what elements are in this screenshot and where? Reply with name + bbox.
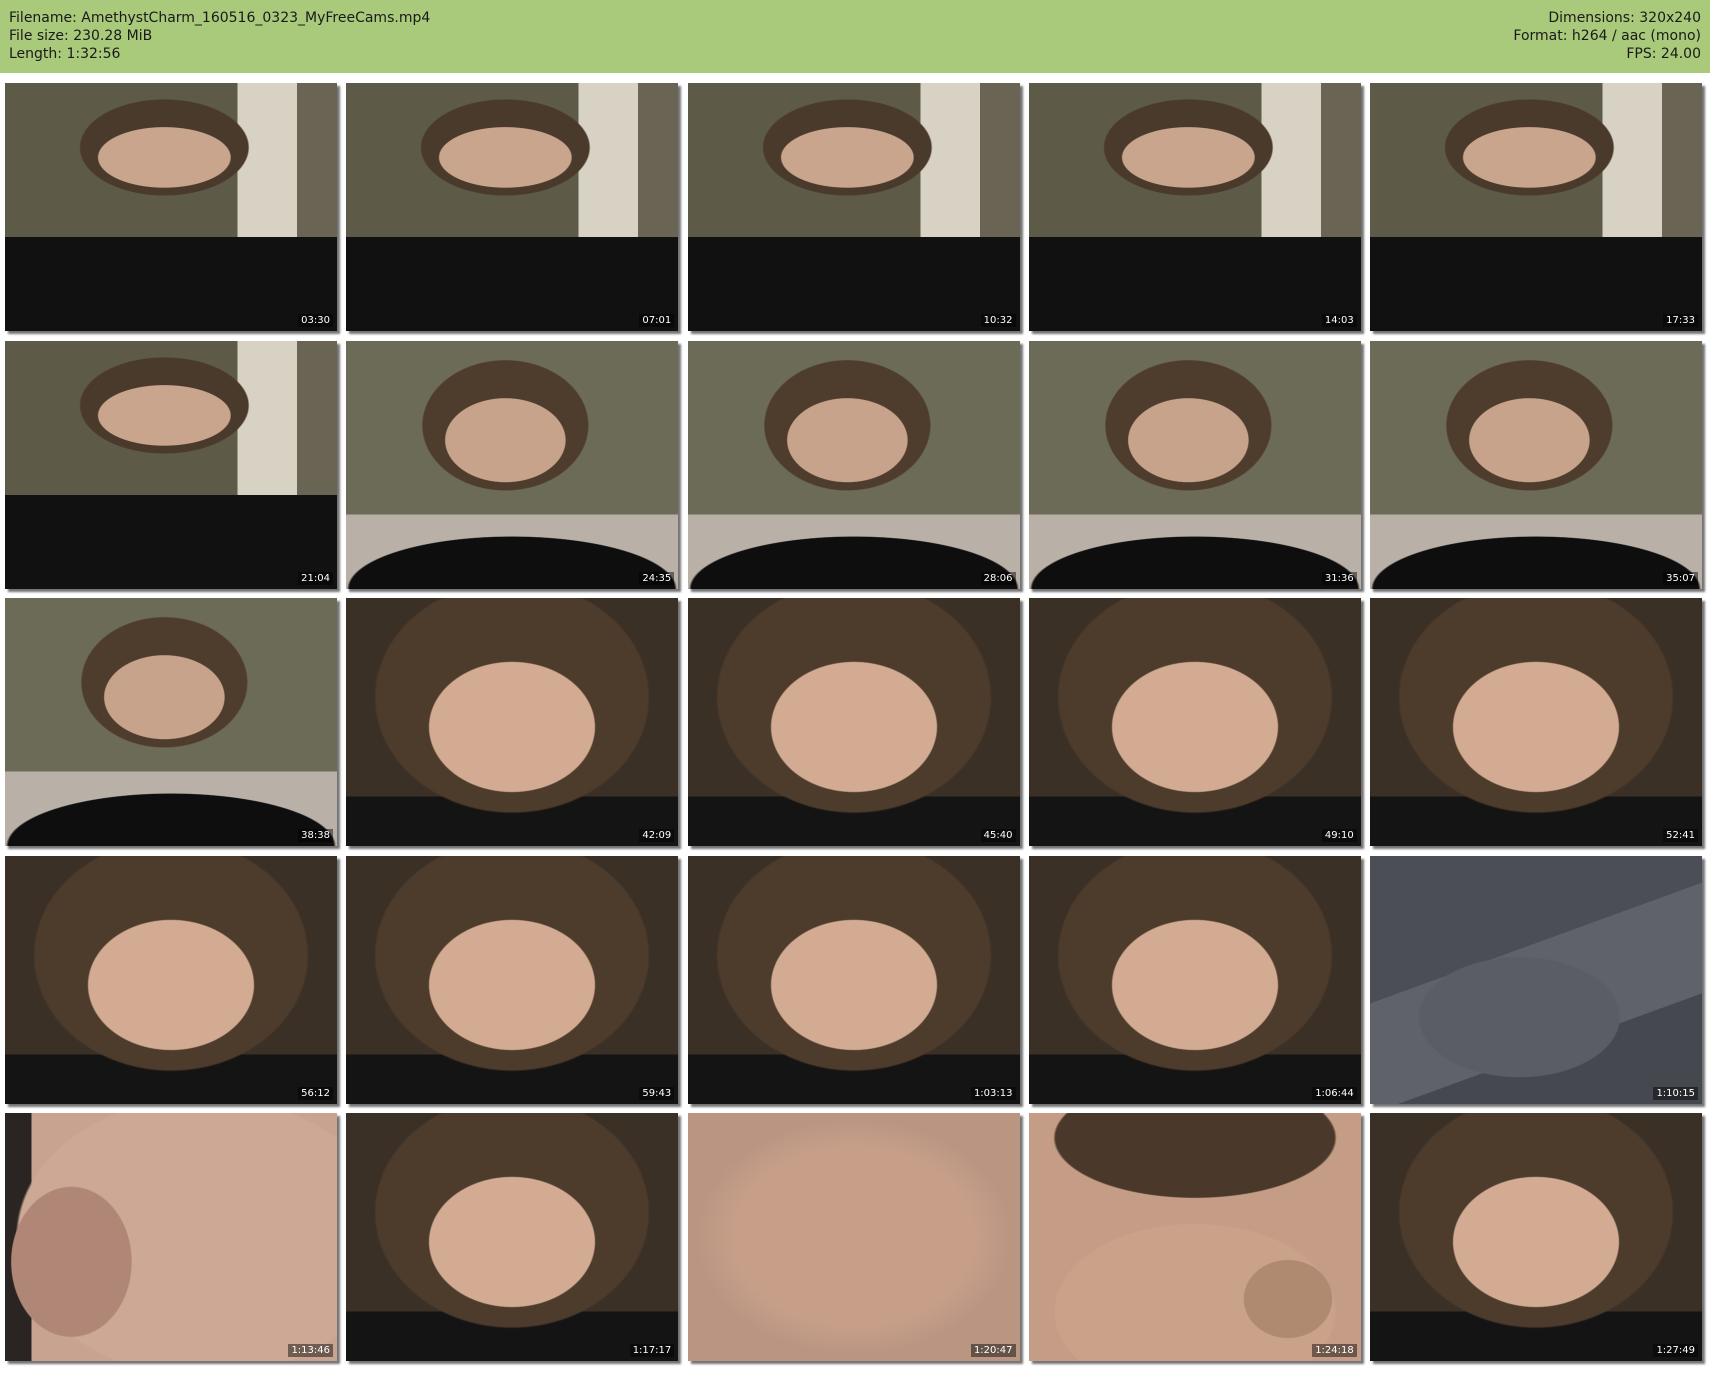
thumbnail-frame-image [1370,1113,1702,1361]
format-text: Format: h264 / aac (mono) [1513,28,1701,44]
thumbnail-frame-image [5,598,337,846]
file-info-right: Dimensions: 320x240 Format: h264 / aac (… [1513,9,1701,63]
thumbnail-frame-image [1370,598,1702,846]
thumbnail-frame-image [687,855,1020,1104]
thumbnail-frame-image [687,598,1020,846]
video-thumbnail[interactable]: 07:01 [346,83,679,331]
thumbnail-timestamp: 31:36 [1321,571,1357,585]
thumbnail-timestamp: 1:03:13 [970,1086,1016,1100]
thumbnail-frame-image [5,83,337,331]
thumbnail-frame-image [346,340,679,589]
video-thumbnail[interactable]: 28:06 [687,340,1020,589]
file-size-text: File size: 230.28 MiB [9,28,153,44]
video-thumbnail[interactable]: 1:10:15 [1370,855,1702,1104]
thumbnail-frame-image [5,855,337,1104]
thumbnail-timestamp: 21:04 [298,571,333,585]
thumbnail-grid: 03:30 07:01 10:32 14:03 17:33 21:04 24:35 28:06… [5,83,1710,1373]
thumbnail-timestamp: 28:06 [980,571,1016,585]
thumbnail-frame-image [687,340,1020,589]
thumbnail-frame-image [1028,1113,1361,1361]
thumbnail-frame-image [1028,855,1361,1104]
filename-text: Filename: AmethystCharm_160516_0323_MyFr… [9,10,431,26]
thumbnail-timestamp: 1:27:49 [1653,1344,1698,1357]
video-thumbnail[interactable]: 1:20:47 [687,1113,1020,1361]
thumbnail-timestamp: 59:43 [639,1086,675,1100]
thumbnail-frame-image [1028,83,1361,331]
thumbnail-frame-image [1028,340,1361,589]
thumbnail-frame-image [5,340,337,589]
video-thumbnail[interactable]: 59:43 [346,855,679,1104]
thumbnail-timestamp: 1:17:17 [629,1344,675,1357]
thumbnail-frame-image [1028,598,1361,846]
video-thumbnail[interactable]: 45:40 [687,598,1020,846]
video-thumbnail[interactable]: 1:17:17 [346,1113,679,1361]
thumbnail-timestamp: 07:01 [639,314,675,327]
video-thumbnail[interactable]: 52:41 [1370,598,1702,846]
video-thumbnail[interactable]: 1:24:18 [1028,1113,1361,1361]
thumbnail-frame-image [5,1113,337,1361]
thumbnail-frame-image [346,83,679,331]
video-thumbnail[interactable]: 49:10 [1028,598,1361,846]
info-header: Filename: AmethystCharm_160516_0323_MyFr… [0,0,1710,73]
video-thumbnail[interactable]: 03:30 [5,83,337,331]
thumbnail-timestamp: 24:35 [639,571,675,585]
thumbnail-timestamp: 35:07 [1663,571,1698,585]
thumbnail-frame-image [1370,855,1702,1104]
thumbnail-frame-image [346,855,679,1104]
video-thumbnail[interactable]: 24:35 [346,340,679,589]
thumbnail-frame-image [1370,83,1702,331]
video-thumbnail[interactable]: 10:32 [687,83,1020,331]
thumbnail-timestamp: 03:30 [298,314,333,327]
video-thumbnail[interactable]: 35:07 [1370,340,1702,589]
thumbnail-timestamp: 1:06:44 [1312,1086,1357,1100]
thumbnail-timestamp: 42:09 [639,829,675,842]
video-thumbnail[interactable]: 1:03:13 [687,855,1020,1104]
video-thumbnail[interactable]: 31:36 [1028,340,1361,589]
thumbnail-timestamp: 45:40 [980,829,1016,842]
fps-text: FPS: 24.00 [1626,46,1701,62]
video-thumbnail[interactable]: 1:27:49 [1370,1113,1702,1361]
video-thumbnail[interactable]: 14:03 [1028,83,1361,331]
thumbnail-timestamp: 10:32 [980,314,1016,327]
video-thumbnail[interactable]: 17:33 [1370,83,1702,331]
video-thumbnail[interactable]: 56:12 [5,855,337,1104]
thumbnail-timestamp: 56:12 [298,1086,333,1100]
video-thumbnail[interactable]: 38:38 [5,598,337,846]
thumbnail-timestamp: 17:33 [1663,314,1698,327]
video-thumbnail[interactable]: 1:13:46 [5,1113,337,1361]
video-thumbnail[interactable]: 1:06:44 [1028,855,1361,1104]
thumbnail-timestamp: 14:03 [1321,314,1357,327]
thumbnail-frame-image [687,1113,1020,1361]
length-text: Length: 1:32:56 [9,46,121,62]
thumbnail-timestamp: 49:10 [1321,829,1357,842]
thumbnail-frame-image [346,1113,679,1361]
thumbnail-timestamp: 1:10:15 [1653,1086,1698,1100]
thumbnail-timestamp: 1:20:47 [970,1344,1016,1357]
file-info-left: Filename: AmethystCharm_160516_0323_MyFr… [9,9,430,63]
video-thumbnail[interactable]: 21:04 [5,340,337,589]
thumbnail-frame-image [687,83,1020,331]
dimensions-text: Dimensions: 320x240 [1548,10,1701,26]
video-thumbnail[interactable]: 42:09 [346,598,679,846]
thumbnail-timestamp: 38:38 [298,829,333,842]
thumbnail-timestamp: 52:41 [1663,829,1698,842]
thumbnail-frame-image [346,598,679,846]
thumbnail-frame-image [1370,340,1702,589]
thumbnail-timestamp: 1:13:46 [288,1344,333,1357]
thumbnail-timestamp: 1:24:18 [1312,1344,1357,1357]
